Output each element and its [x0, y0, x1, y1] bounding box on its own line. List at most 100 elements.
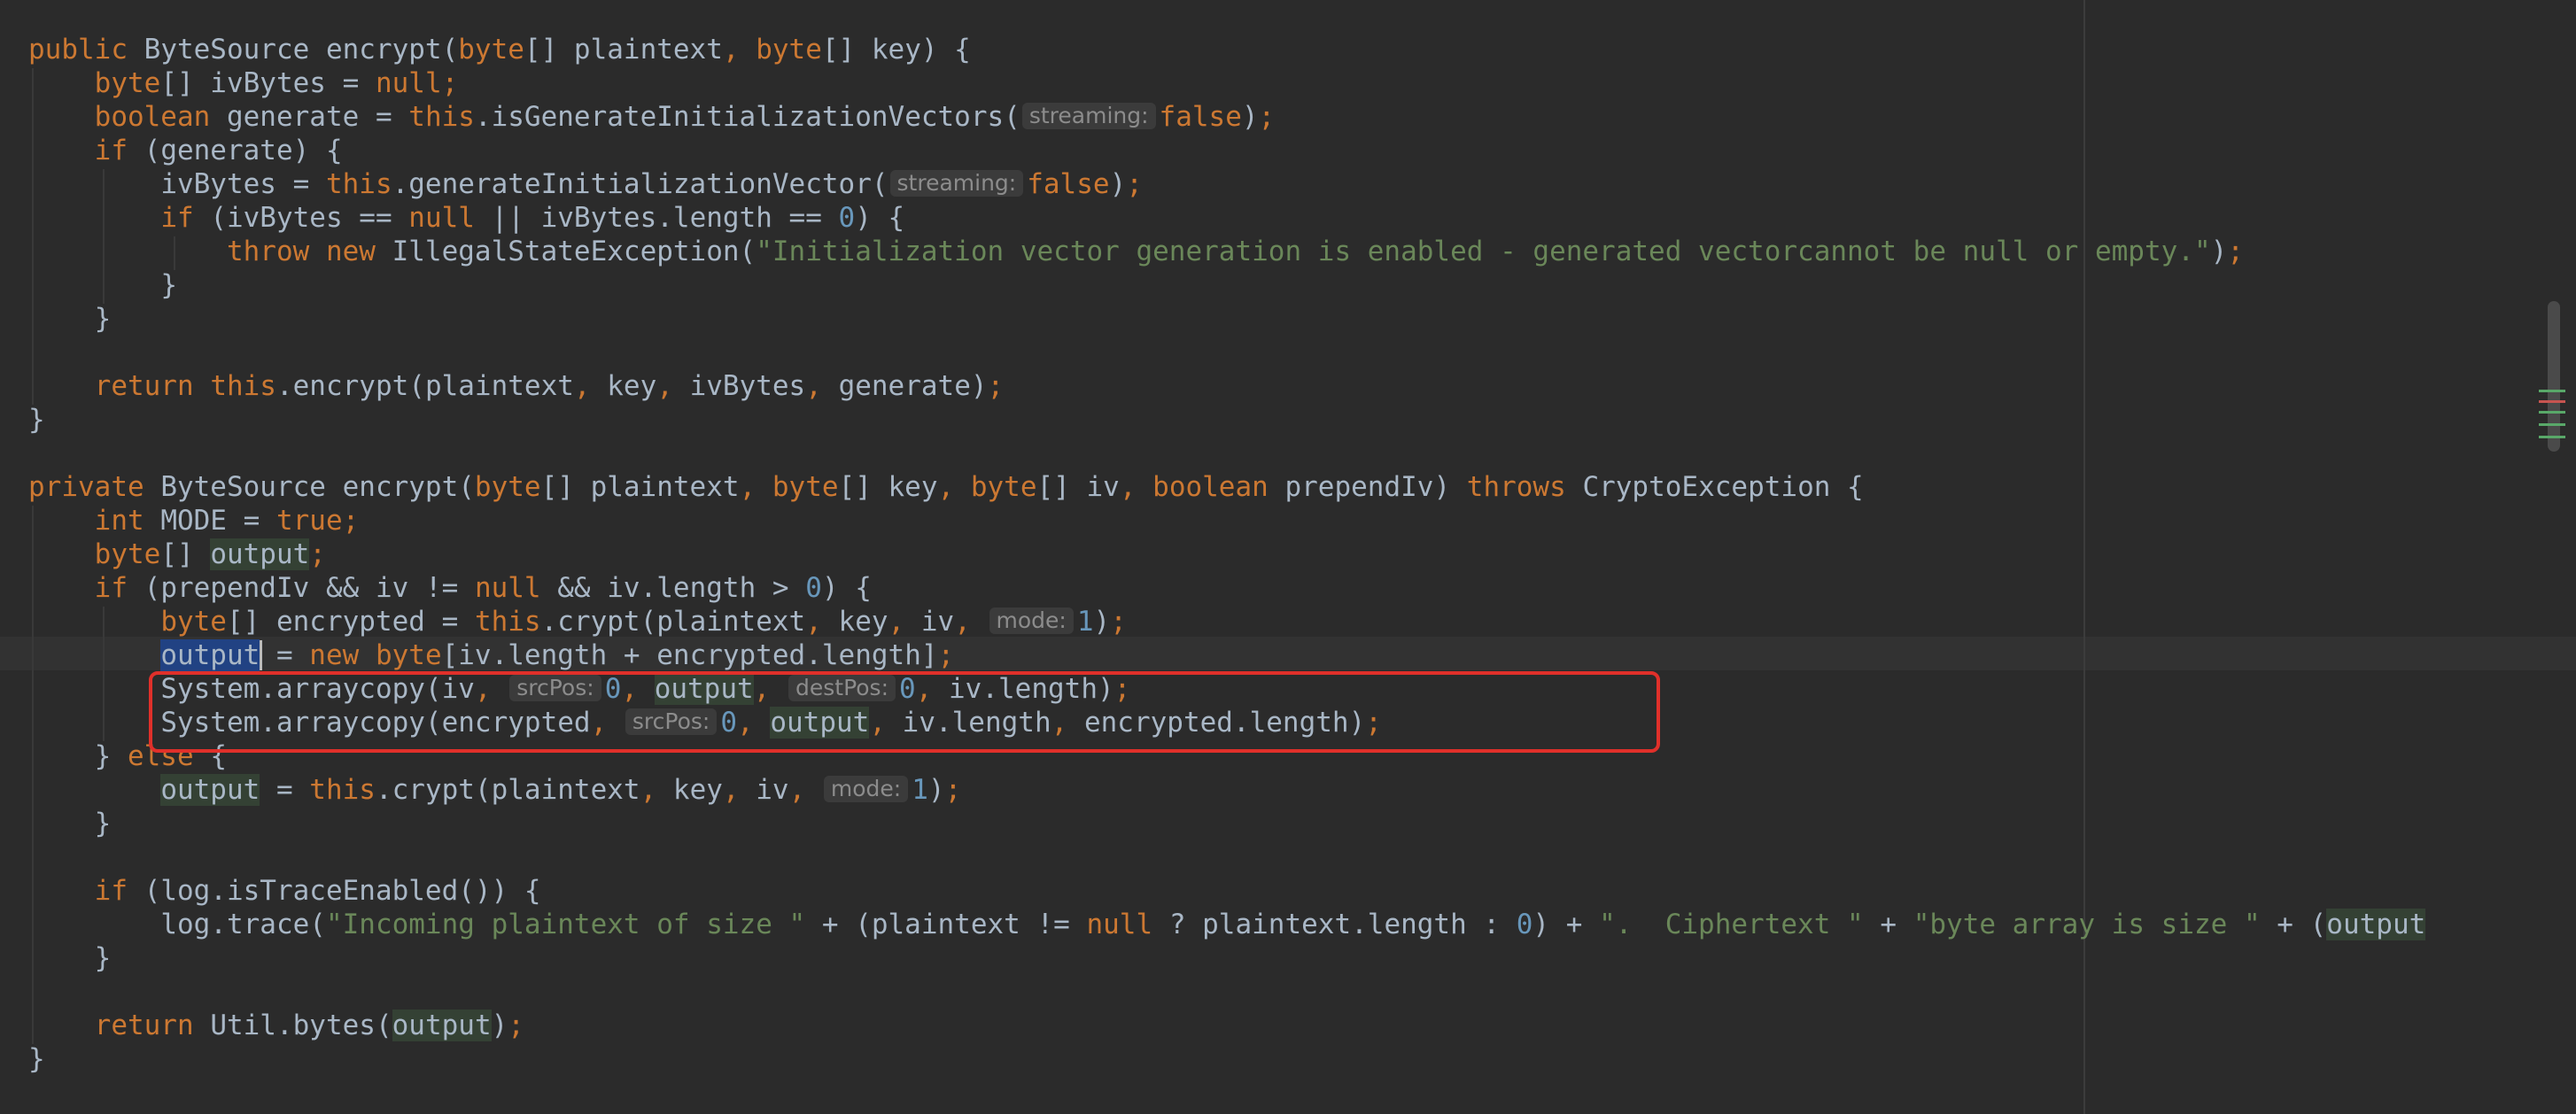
code-line[interactable] — [28, 437, 2425, 470]
code-line[interactable]: boolean generate = this.isGenerateInitia… — [28, 100, 2425, 134]
code-line[interactable] — [28, 336, 2425, 369]
code-line[interactable]: return Util.bytes(output); — [28, 1009, 2425, 1042]
code-token: key — [672, 774, 723, 806]
error-stripe-marker — [2539, 400, 2565, 403]
code-token: ) + — [1532, 909, 1600, 940]
code-token: [iv.length + encrypted.length] — [441, 639, 938, 671]
keyword-token: ; — [937, 639, 955, 671]
code-line[interactable]: ivBytes = this.generateInitializationVec… — [28, 167, 2425, 201]
code-line[interactable]: private ByteSource encrypt(byte[] plaint… — [28, 470, 2425, 504]
code-line[interactable]: if (ivBytes == null || ivBytes.length ==… — [28, 201, 2425, 235]
code-line[interactable] — [28, 840, 2425, 874]
code-token: } — [28, 404, 45, 436]
number-token: 0 — [805, 572, 822, 604]
code-line[interactable]: output = new byte[iv.length + encrypted.… — [28, 638, 2425, 672]
keyword-token: ; — [944, 774, 962, 806]
keyword-token: ; — [1258, 101, 1276, 133]
keyword-token: , — [937, 471, 971, 503]
code-line[interactable]: } — [28, 941, 2425, 975]
keyword-token: byte — [94, 67, 161, 99]
code-content[interactable]: public ByteSource encrypt(byte[] plainte… — [28, 33, 2426, 1076]
number-token: 1 — [1076, 606, 1094, 638]
code-line[interactable]: int MODE = true; — [28, 504, 2425, 538]
code-token: MODE = — [160, 505, 276, 537]
usage-highlight-token: output — [160, 774, 260, 806]
keyword-token: byte — [375, 639, 442, 671]
keyword-token: , — [888, 606, 921, 638]
keyword-token: this — [309, 774, 376, 806]
code-line[interactable]: if (generate) { — [28, 134, 2425, 167]
code-token: (log.isTraceEnabled()) { — [144, 875, 541, 907]
code-token: log.trace( — [160, 909, 326, 940]
code-line[interactable]: byte[] output; — [28, 538, 2425, 571]
parameter-hint: mode: — [989, 607, 1074, 634]
code-token: IllegalStateException( — [392, 236, 757, 267]
code-token: key — [607, 370, 657, 402]
vertical-scrollbar-thumb[interactable] — [2548, 301, 2560, 452]
code-token: CryptoException { — [1582, 471, 1864, 503]
code-line[interactable]: } — [28, 1042, 2425, 1076]
keyword-token: ; — [2227, 236, 2244, 267]
keyword-token: throws — [1466, 471, 1583, 503]
keyword-token: new — [309, 639, 376, 671]
keyword-token: if — [94, 875, 144, 907]
code-line[interactable]: if (log.isTraceEnabled()) { — [28, 874, 2425, 908]
code-line[interactable]: } — [28, 403, 2425, 437]
code-token: = — [260, 774, 310, 806]
code-token: .isGenerateInitializationVectors( — [474, 101, 1020, 133]
parameter-hint: mode: — [823, 776, 909, 802]
code-line[interactable]: if (prependIv && iv != null && iv.length… — [28, 571, 2425, 605]
parameter-hint: streaming: — [889, 170, 1024, 197]
keyword-token: byte — [458, 34, 524, 66]
keyword-token: byte — [474, 471, 541, 503]
code-line[interactable]: } — [28, 807, 2425, 840]
keyword-token: byte — [970, 471, 1037, 503]
code-token: (generate) { — [144, 135, 343, 166]
code-line[interactable] — [28, 975, 2425, 1009]
code-line[interactable]: } — [28, 302, 2425, 336]
code-line[interactable]: public ByteSource encrypt(byte[] plainte… — [28, 33, 2425, 66]
code-token: ByteSource encrypt( — [160, 471, 475, 503]
keyword-token: null — [474, 572, 558, 604]
keyword-token: , — [573, 370, 608, 402]
keyword-token: byte — [94, 538, 161, 570]
keyword-token: ; — [508, 1010, 524, 1041]
keyword-token: public — [28, 34, 144, 66]
code-line[interactable]: return this.encrypt(plaintext, key, ivBy… — [28, 369, 2425, 403]
keyword-token: boolean — [94, 101, 227, 133]
keyword-token: , — [640, 774, 673, 806]
keyword-token: if — [160, 202, 211, 234]
usage-highlight-token: output — [392, 1010, 492, 1041]
code-token: generate) — [838, 370, 988, 402]
code-line[interactable]: log.trace("Incoming plaintext of size " … — [28, 908, 2426, 941]
code-token: } — [94, 942, 112, 974]
code-line[interactable]: output = this.crypt(plaintext, key, iv, … — [28, 773, 2425, 807]
code-line[interactable]: byte[] encrypted = this.crypt(plaintext,… — [28, 605, 2425, 638]
string-token: ". Ciphertext " — [1599, 909, 1864, 940]
code-token: iv — [920, 606, 955, 638]
code-token: ? plaintext.length : — [1168, 909, 1517, 940]
code-token: } — [94, 808, 112, 839]
highlight-annotation-box — [149, 671, 1660, 753]
code-line[interactable]: throw new IllegalStateException("Initial… — [28, 235, 2425, 268]
code-token: key — [838, 606, 888, 638]
keyword-token: , — [805, 370, 839, 402]
code-token: ) — [1109, 168, 1127, 200]
keyword-token: if — [94, 572, 144, 604]
keyword-token: ; — [342, 505, 360, 537]
error-stripe-marker — [2539, 411, 2565, 414]
keyword-token: ; — [309, 538, 326, 570]
code-line[interactable]: } — [28, 268, 2425, 302]
code-token: = — [260, 639, 310, 671]
error-stripe-marker — [2539, 390, 2565, 392]
code-token: prependIv) — [1284, 471, 1467, 503]
code-line[interactable]: byte[] ivBytes = null; — [28, 66, 2425, 100]
code-editor[interactable]: public ByteSource encrypt(byte[] plainte… — [0, 0, 2576, 1114]
